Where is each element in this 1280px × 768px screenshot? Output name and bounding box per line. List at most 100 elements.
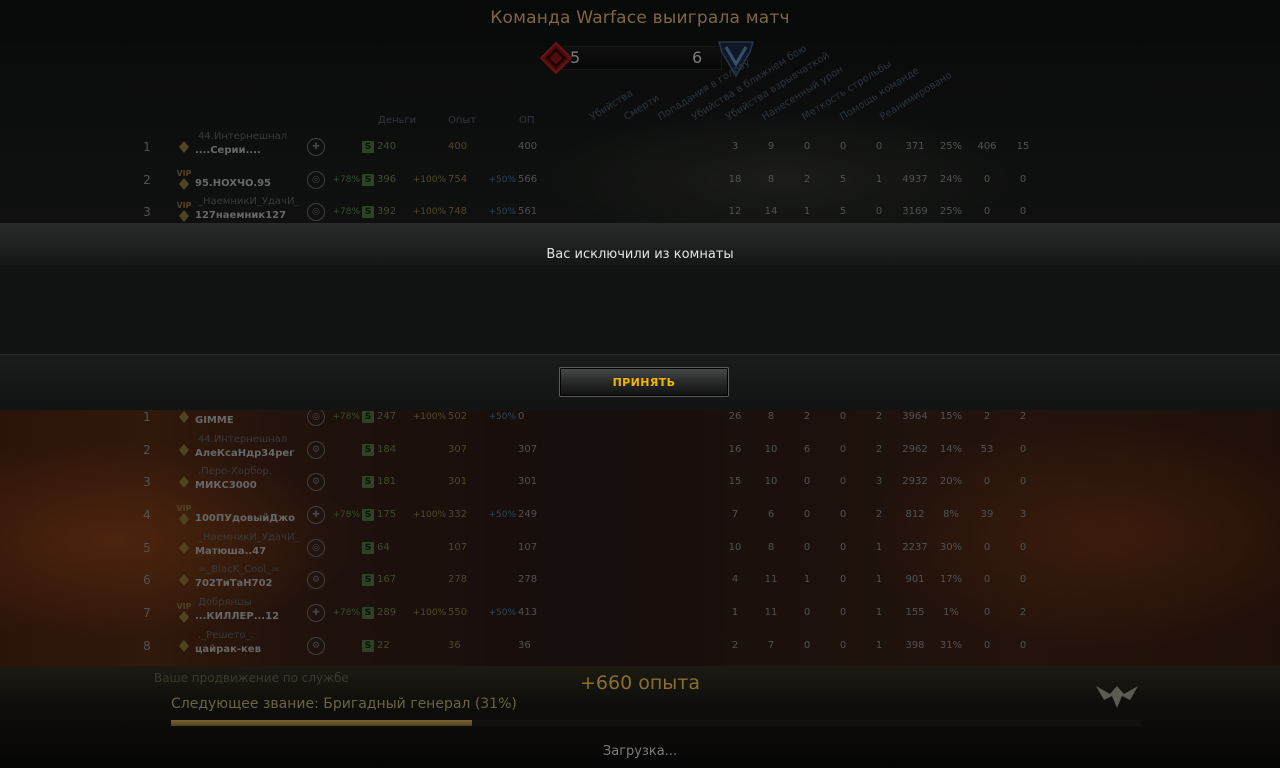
loading-text: Загрузка... xyxy=(602,744,678,759)
stat-value: 0 xyxy=(983,574,991,585)
stat-value: 6 xyxy=(803,444,811,455)
stat-value: 371 xyxy=(905,141,925,152)
player-nickname[interactable]: ....Серии.... xyxy=(195,143,261,157)
stat-value: 11 xyxy=(764,574,778,585)
stat-value: 0 xyxy=(839,640,847,651)
stat-value: 406 xyxy=(977,141,997,152)
player-nickname[interactable]: 702ТиТаН702 xyxy=(195,576,273,590)
player-row[interactable]: 2 44.Интернешнал АлеКсаНдр34рег ⚙ S 184 307 307… xyxy=(140,433,1040,466)
money-icon: S xyxy=(362,541,374,554)
player-row[interactable]: 6 =_BlacK_Cool_= 702ТиТаН702 ⚙ S 167 278 278 4 11… xyxy=(140,563,1040,596)
medic-class-icon: ✚ xyxy=(307,137,325,156)
player-row[interactable]: 8 ._Решето_. цайрак-кев ⚙ S 22 36 36 2 7 0 0 1 398 31%… xyxy=(140,629,1040,662)
op-value: 413 xyxy=(518,607,538,618)
class-icon: ⚙ xyxy=(306,629,326,662)
player-row[interactable]: 5 _НаемникИ_УдачИ_ Матюша..47 ◎ S 64 107 107 10 8… xyxy=(140,531,1040,564)
stat-value: 7 xyxy=(767,640,775,651)
player-place: 7 xyxy=(143,605,151,620)
player-nickname[interactable]: GIMME xyxy=(195,413,234,427)
stat-value: 7 xyxy=(731,509,739,520)
player-row[interactable]: 7 VIP Добрянцы ...КИЛЛЕР...12 ✚ +78% S 289 +100%… xyxy=(140,596,1040,629)
player-nickname[interactable]: 127наемник127 xyxy=(195,208,286,222)
medic-class-icon: ✚ xyxy=(307,505,325,524)
money-amount: 240 xyxy=(377,141,397,152)
stat-value: 1 xyxy=(875,640,883,651)
sniper-class-icon: ◎ xyxy=(307,170,325,189)
stat-value: 0 xyxy=(839,607,847,618)
player-place: 3 xyxy=(143,474,151,489)
rank-badge: VIP xyxy=(174,498,194,531)
stat-value: 11 xyxy=(764,607,778,618)
engineer-class-icon: ⚙ xyxy=(307,472,325,491)
stat-value: 812 xyxy=(905,509,925,520)
op-bonus: +50% xyxy=(488,607,516,618)
player-row[interactable]: 1 44.Интернешнал ....Серии.... ✚ S 240 400 400 3… xyxy=(140,130,1040,163)
player-nickname[interactable]: ...КИЛЛЕР...12 xyxy=(195,609,279,623)
player-row[interactable]: 3 .Перо-Харбор. МИКС3000 ⚙ S 181 301 301 15 10 0 0 3… xyxy=(140,465,1040,498)
stat-value: 1% xyxy=(943,607,959,618)
stat-value: 0 xyxy=(1019,174,1027,185)
player-nickname[interactable]: МИКС3000 xyxy=(195,478,257,492)
stat-value: 8% xyxy=(943,509,959,520)
exp-bonus xyxy=(412,563,446,596)
op-value: 301 xyxy=(518,476,538,487)
rank-icon xyxy=(179,573,189,586)
money-value: S 64 xyxy=(362,531,412,564)
op-value: 307 xyxy=(518,444,538,455)
player-nickname[interactable]: цайрак-кев xyxy=(195,642,261,656)
vip-badge: VIP xyxy=(176,503,192,513)
stat-value: 0 xyxy=(983,174,991,185)
money-value: S 396 xyxy=(362,163,412,196)
money-icon: S xyxy=(362,443,374,456)
exp-value: 550 xyxy=(448,607,468,618)
stat-value: 0 xyxy=(839,444,847,455)
exp-value: 36 xyxy=(448,640,461,651)
op-bonus: +50% xyxy=(488,174,516,185)
sniper-class-icon: ◎ xyxy=(307,407,325,426)
player-row[interactable]: 4 VIP 100ПУдовыйДжо ✚ +78% S 175 +100% 332 +50% 24… xyxy=(140,498,1040,531)
stat-value: 8 xyxy=(767,542,775,553)
stat-value: 0 xyxy=(1019,640,1027,651)
money-value: S 184 xyxy=(362,433,412,466)
stat-value: 0 xyxy=(839,574,847,585)
accept-button[interactable]: ПРИНЯТЬ xyxy=(559,367,729,397)
player-place: 2 xyxy=(143,172,151,187)
vip-badge: VIP xyxy=(176,601,192,611)
class-icon: ⚙ xyxy=(306,465,326,498)
money-amount: 181 xyxy=(377,476,397,487)
player-nickname[interactable]: АлеКсаНдр34рег xyxy=(195,446,294,460)
player-row[interactable]: 2 VIP 95.HOXЧO.95 ◎ +78% S 396 +100% 754 +50% 566 1… xyxy=(140,163,1040,196)
money-amount: 22 xyxy=(377,640,390,651)
stat-value: 0 xyxy=(839,509,847,520)
stat-value: 2237 xyxy=(902,542,928,553)
rank-badge: VIP xyxy=(174,163,194,196)
exp-value: 754 xyxy=(448,174,468,185)
stat-value: 1 xyxy=(875,174,883,185)
xp-gain: +660 опыта xyxy=(580,672,700,694)
match-result-title: Команда Warface выиграла матч xyxy=(490,8,790,28)
stat-value: 0 xyxy=(803,476,811,487)
op-value: 400 xyxy=(518,141,538,152)
player-nickname[interactable]: 100ПУдовыйДжо xyxy=(195,511,295,525)
player-place: 6 xyxy=(143,572,151,587)
money-amount: 184 xyxy=(377,444,397,455)
stat-value: 5 xyxy=(839,174,847,185)
stat-value: 24% xyxy=(939,174,963,185)
stat-value: 10 xyxy=(728,542,742,553)
money-bonus xyxy=(330,629,360,662)
stat-value: 4 xyxy=(731,574,739,585)
player-nickname[interactable]: Матюша..47 xyxy=(195,544,266,558)
stat-value: 0 xyxy=(803,640,811,651)
exp-bonus xyxy=(412,130,446,163)
stat-value: 0 xyxy=(1019,542,1027,553)
clan-name: 44.Интернешнал xyxy=(198,130,288,142)
player-nickname[interactable]: 95.HOXЧO.95 xyxy=(195,176,271,190)
rank-badge xyxy=(174,465,194,498)
engineer-class-icon: ⚙ xyxy=(307,570,325,589)
stat-value: 0 xyxy=(839,542,847,553)
class-icon: ◎ xyxy=(306,531,326,564)
exp-value: 332 xyxy=(448,509,468,520)
stat-value: 0 xyxy=(803,141,811,152)
stat-value: 6 xyxy=(767,509,775,520)
money-amount: 64 xyxy=(377,542,390,553)
